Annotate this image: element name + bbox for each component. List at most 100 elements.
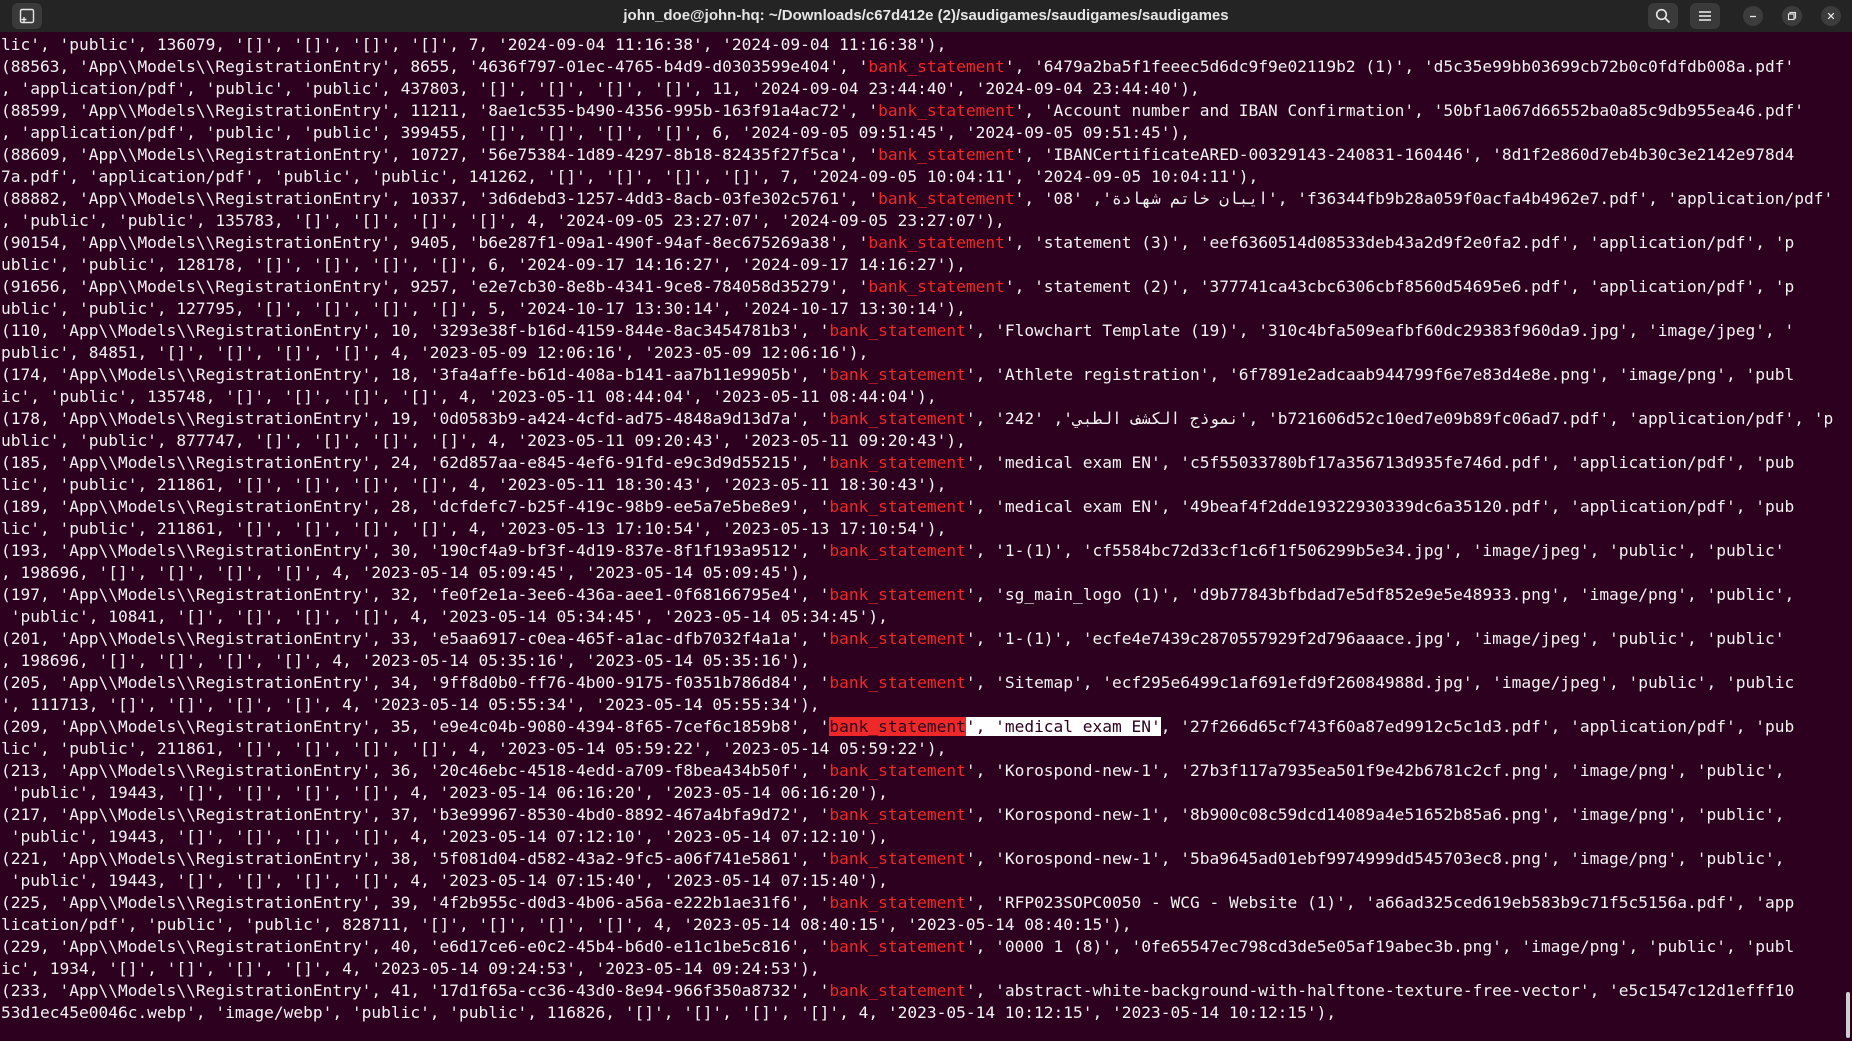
match-highlight: bank_statement <box>829 541 966 560</box>
terminal-text: (88563, 'App\\Models\\RegistrationEntry'… <box>1 57 869 76</box>
terminal-line: lic', 'public', 136079, '[]', '[]', '[]'… <box>0 34 1846 56</box>
terminal-text: ', '1-(1)', 'cf5584bc72d33cf1c6f1f506299… <box>965 541 1785 560</box>
match-highlight: bank_statement <box>829 453 966 472</box>
terminal-text: public', 84851, '[]', '[]', '[]', '[]', … <box>1 343 869 362</box>
terminal-text: (91656, 'App\\Models\\RegistrationEntry'… <box>1 277 869 296</box>
terminal-text: 'public', 19443, '[]', '[]', '[]', '[]',… <box>1 783 888 802</box>
terminal-line: , 'application/pdf', 'public', 'public',… <box>0 122 1846 144</box>
maximize-icon <box>1787 11 1797 21</box>
terminal-line: 'public', 19443, '[]', '[]', '[]', '[]',… <box>0 826 1846 848</box>
terminal-text: ', 'Athlete registration', '6f7891e2adca… <box>965 365 1795 384</box>
close-button[interactable] <box>1821 6 1841 26</box>
terminal-line: lic', 'public', 211861, '[]', '[]', '[]'… <box>0 738 1846 760</box>
terminal-text: 7a.pdf', 'application/pdf', 'public', 'p… <box>1 167 1259 186</box>
terminal-line: (225, 'App\\Models\\RegistrationEntry', … <box>0 892 1846 914</box>
match-highlight: bank_statement <box>829 321 966 340</box>
search-icon <box>1655 8 1671 24</box>
terminal-text: ', 111713, '[]', '[]', '[]', '[]', 4, '2… <box>1 695 820 714</box>
terminal-text: lic', 'public', 211861, '[]', '[]', '[]'… <box>1 519 947 538</box>
terminal-output[interactable]: lic', 'public', 136079, '[]', '[]', '[]'… <box>0 34 1846 1041</box>
terminal-text: (197, 'App\\Models\\RegistrationEntry', … <box>1 585 830 604</box>
terminal-text: ', 'abstract-white-background-with-halft… <box>965 981 1795 1000</box>
menu-button[interactable] <box>1690 3 1720 29</box>
terminal-line: (90154, 'App\\Models\\RegistrationEntry'… <box>0 232 1846 254</box>
terminal-text: ublic', 'public', 127795, '[]', '[]', '[… <box>1 299 966 318</box>
terminal-line: lic', 'public', 211861, '[]', '[]', '[]'… <box>0 474 1846 496</box>
terminal-line: lic', 'public', 211861, '[]', '[]', '[]'… <box>0 518 1846 540</box>
terminal-line: , 198696, '[]', '[]', '[]', '[]', 4, '20… <box>0 562 1846 584</box>
match-highlight: bank_statement <box>829 497 966 516</box>
terminal-text: (201, 'App\\Models\\RegistrationEntry', … <box>1 629 830 648</box>
match-highlight: bank_statement <box>878 101 1015 120</box>
terminal-text: (189, 'App\\Models\\RegistrationEntry', … <box>1 497 830 516</box>
terminal-text: (185, 'App\\Models\\RegistrationEntry', … <box>1 453 830 472</box>
terminal-line: (174, 'App\\Models\\RegistrationEntry', … <box>0 364 1846 386</box>
terminal-text: 'public', 10841, '[]', '[]', '[]', '[]',… <box>1 607 888 626</box>
terminal-text: (88882, 'App\\Models\\RegistrationEntry'… <box>1 189 879 208</box>
match-highlight: bank_statement <box>829 981 966 1000</box>
title-bar: john_doe@john-hq: ~/Downloads/c67d412e (… <box>0 0 1852 32</box>
terminal-line: , 198696, '[]', '[]', '[]', '[]', 4, '20… <box>0 650 1846 672</box>
match-highlight: bank_statement <box>878 189 1015 208</box>
terminal-line: , 'application/pdf', 'public', 'public',… <box>0 78 1846 100</box>
terminal-text: (205, 'App\\Models\\RegistrationEntry', … <box>1 673 830 692</box>
terminal-text: lic', 'public', 211861, '[]', '[]', '[]'… <box>1 739 947 758</box>
terminal-line: (88563, 'App\\Models\\RegistrationEntry'… <box>0 56 1846 78</box>
window-title: john_doe@john-hq: ~/Downloads/c67d412e (… <box>623 7 1229 24</box>
terminal-text: ', '6479a2ba5f1feeec5d6dc9f9e02119b2 (1)… <box>1004 57 1795 76</box>
selected-text: ', 'medical exam EN' <box>965 717 1161 736</box>
terminal-line: , 'public', 'public', 135783, '[]', '[]'… <box>0 210 1846 232</box>
terminal-line: 'public', 19443, '[]', '[]', '[]', '[]',… <box>0 782 1846 804</box>
terminal-text: (174, 'App\\Models\\RegistrationEntry', … <box>1 365 830 384</box>
maximize-button[interactable] <box>1782 6 1802 26</box>
terminal-text: ', 'Korospond-new-1', '8b900c08c59dcd140… <box>965 805 1785 824</box>
match-highlight: bank_statement <box>829 629 966 648</box>
terminal-text: ic', 'public', 135748, '[]', '[]', '[]',… <box>1 387 937 406</box>
terminal-text: , '27f266d65cf743f60a87ed9912c5c1d3.pdf'… <box>1160 717 1795 736</box>
terminal-text: (209, 'App\\Models\\RegistrationEntry', … <box>1 717 830 736</box>
terminal-line: (110, 'App\\Models\\RegistrationEntry', … <box>0 320 1846 342</box>
terminal-text: 'public', 19443, '[]', '[]', '[]', '[]',… <box>1 871 888 890</box>
terminal-text: (90154, 'App\\Models\\RegistrationEntry'… <box>1 233 869 252</box>
match-highlight: bank_statement <box>829 585 966 604</box>
terminal-line: (197, 'App\\Models\\RegistrationEntry', … <box>0 584 1846 606</box>
match-highlight: bank_statement <box>829 761 966 780</box>
search-button[interactable] <box>1648 3 1678 29</box>
terminal-line: (201, 'App\\Models\\RegistrationEntry', … <box>0 628 1846 650</box>
terminal-text: ', 'sg_main_logo (1)', 'd9b77843bfbdad7e… <box>965 585 1795 604</box>
terminal-line: lication/pdf', 'public', 'public', 82871… <box>0 914 1846 936</box>
terminal-line: (221, 'App\\Models\\RegistrationEntry', … <box>0 848 1846 870</box>
terminal-line: (213, 'App\\Models\\RegistrationEntry', … <box>0 760 1846 782</box>
terminal-text: ', 'medical exam EN', '49beaf4f2dde19322… <box>965 497 1795 516</box>
match-highlight: bank_statement <box>868 277 1005 296</box>
scrollbar-thumb[interactable] <box>1846 992 1850 1038</box>
terminal-text: ', 'statement (3)', 'eef6360514d08533deb… <box>1004 233 1795 252</box>
terminal-text: (225, 'App\\Models\\RegistrationEntry', … <box>1 893 830 912</box>
terminal-line: (217, 'App\\Models\\RegistrationEntry', … <box>0 804 1846 826</box>
minimize-button[interactable] <box>1743 6 1763 26</box>
match-highlight: bank_statement <box>829 893 966 912</box>
terminal-line: (178, 'App\\Models\\RegistrationEntry', … <box>0 408 1846 430</box>
terminal-text: (229, 'App\\Models\\RegistrationEntry', … <box>1 937 830 956</box>
match-highlight: bank_statement <box>829 409 966 428</box>
terminal-text: ublic', 'public', 877747, '[]', '[]', '[… <box>1 431 966 450</box>
terminal-line: ic', 1934, '[]', '[]', '[]', '[]', 4, '2… <box>0 958 1846 980</box>
hamburger-menu-icon <box>1699 11 1711 21</box>
terminal-line: ublic', 'public', 877747, '[]', '[]', '[… <box>0 430 1846 452</box>
terminal-text: (178, 'App\\Models\\RegistrationEntry', … <box>1 409 830 428</box>
terminal-text: (217, 'App\\Models\\RegistrationEntry', … <box>1 805 830 824</box>
terminal-line: public', 84851, '[]', '[]', '[]', '[]', … <box>0 342 1846 364</box>
terminal-text: , 'public', 'public', 135783, '[]', '[]'… <box>1 211 1005 230</box>
terminal-text: (221, 'App\\Models\\RegistrationEntry', … <box>1 849 830 868</box>
terminal-text: ', '08' ,'ايبان خاتم شهادة', 'f36344fb9b… <box>1014 189 1834 208</box>
terminal-text: , 198696, '[]', '[]', '[]', '[]', 4, '20… <box>1 563 810 582</box>
terminal-line: (88882, 'App\\Models\\RegistrationEntry'… <box>0 188 1846 210</box>
match-highlight: bank_statement <box>878 145 1015 164</box>
terminal-text: ', 'medical exam EN', 'c5f55033780bf17a3… <box>965 453 1795 472</box>
terminal-line: (189, 'App\\Models\\RegistrationEntry', … <box>0 496 1846 518</box>
terminal-line: (88609, 'App\\Models\\RegistrationEntry'… <box>0 144 1846 166</box>
terminal-text: ic', 1934, '[]', '[]', '[]', '[]', 4, '2… <box>1 959 820 978</box>
close-icon <box>1827 12 1835 20</box>
terminal-text: lic', 'public', 136079, '[]', '[]', '[]'… <box>1 35 947 54</box>
terminal-line: (88599, 'App\\Models\\RegistrationEntry'… <box>0 100 1846 122</box>
